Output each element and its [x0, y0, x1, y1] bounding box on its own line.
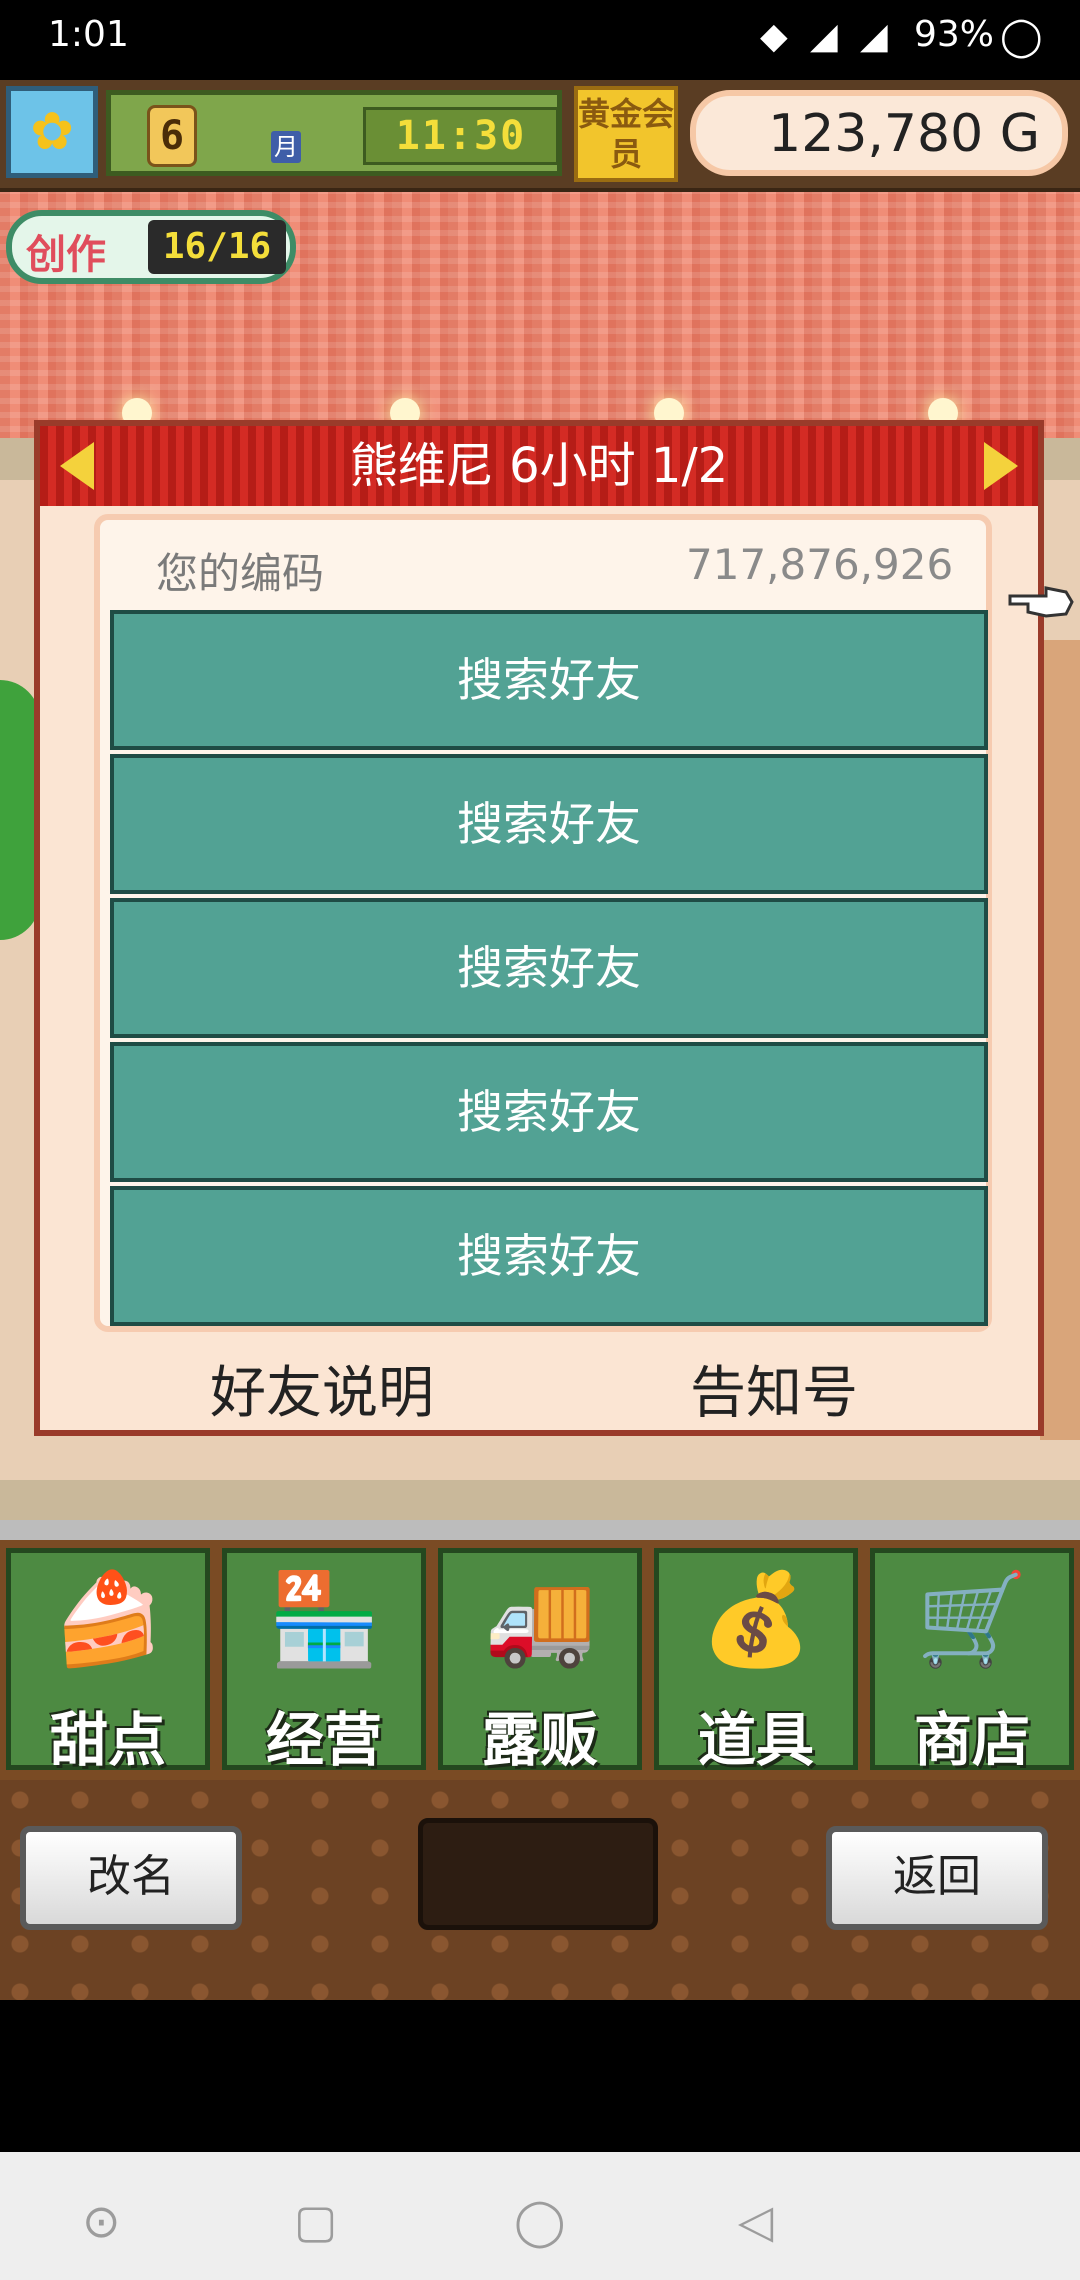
search-friend-button[interactable]: 搜索好友 — [110, 898, 988, 1038]
menu-label: 道具 — [697, 1706, 814, 1774]
footer-bar: 改名 返回 — [0, 1780, 1080, 2000]
your-code-label: 您的编码 — [156, 549, 325, 598]
shop-icon: 🏪 — [267, 1567, 381, 1672]
dialog-header: 熊维尼 6小时 1/2 — [40, 426, 1038, 506]
create-counter: 创作 16/16 — [6, 210, 296, 284]
search-friend-button[interactable]: 搜索好友 — [110, 754, 988, 894]
assist-icon[interactable]: ⊙ — [82, 2194, 121, 2248]
money-display: 123,780 G — [690, 90, 1068, 176]
create-label: 创作 — [26, 232, 106, 278]
android-nav-bar: ⊙ ▢ ◯ ◁ — [0, 2152, 1080, 2280]
shop-facade — [1040, 640, 1080, 1440]
home-icon[interactable]: ◯ — [514, 2194, 565, 2248]
dialog-title: 熊维尼 6小时 1/2 — [349, 438, 729, 494]
game-clock: 11:30 — [363, 107, 559, 165]
search-friend-button[interactable]: 搜索好友 — [110, 1186, 988, 1326]
back-icon[interactable]: ◁ — [738, 2194, 773, 2248]
pointing-hand-icon — [1008, 586, 1074, 618]
battery-percent: 93% — [914, 14, 995, 55]
menu-food-truck[interactable]: 🚚 露贩 — [438, 1548, 642, 1774]
menu-label: 经营 — [265, 1706, 382, 1774]
friend-explanation-link[interactable]: 好友说明 — [210, 1348, 434, 1429]
game-screen: ✿ 6 月 11:30 黄金会员 123,780 G 创作 16/16 熊维尼 … — [0, 80, 1080, 2000]
search-friend-button[interactable]: 搜索好友 — [110, 1042, 988, 1182]
back-button[interactable]: 返回 — [826, 1826, 1048, 1930]
signal-icon: ◢ — [810, 16, 838, 57]
menu-label: 商店 — [913, 1706, 1030, 1774]
date-panel: 6 月 11:30 — [106, 90, 562, 176]
month-number: 6 — [147, 105, 197, 167]
sack-icon: 💰 — [699, 1567, 813, 1672]
signal-icon-2: ◢ — [860, 16, 888, 57]
cake-icon: 🍰 — [51, 1567, 165, 1672]
gold-member-badge[interactable]: 黄金会员 — [574, 86, 678, 182]
menu-label: 甜点 — [49, 1706, 166, 1774]
month-label: 月 — [271, 131, 301, 163]
food-truck-icon: 🚚 — [483, 1567, 597, 1672]
footer-screen — [418, 1818, 658, 1930]
rename-button[interactable]: 改名 — [20, 1826, 242, 1930]
create-value: 16/16 — [148, 220, 286, 274]
menu-dessert[interactable]: 🍰 甜点 — [6, 1548, 210, 1774]
notify-code-link[interactable]: 告知号 — [690, 1348, 858, 1429]
status-bar: 1:01 ◆ ◢ ◢ 93% ◯ — [0, 0, 1080, 80]
battery-icon: ◯ — [1000, 14, 1043, 58]
status-time: 1:01 — [48, 14, 129, 55]
top-hud: ✿ 6 月 11:30 黄金会员 123,780 G — [0, 80, 1080, 192]
your-code-value: 717,876,926 — [686, 540, 954, 589]
menu-manage[interactable]: 🏪 经营 — [222, 1548, 426, 1774]
arrow-right-icon[interactable] — [984, 442, 1018, 490]
menu-store[interactable]: 🛒 商店 — [870, 1548, 1074, 1774]
main-menu: 🍰 甜点 🏪 经营 🚚 露贩 💰 道具 🛒 商店 — [0, 1540, 1080, 1780]
search-friend-button[interactable]: 搜索好友 — [110, 610, 988, 750]
cart-icon: 🛒 — [915, 1567, 1029, 1672]
friend-panel: 您的编码 717,876,926 搜索好友 搜索好友 搜索好友 搜索好友 搜索好… — [94, 514, 1074, 1332]
arrow-left-icon[interactable] — [60, 442, 94, 490]
menu-items[interactable]: 💰 道具 — [654, 1548, 858, 1774]
friend-dialog: 熊维尼 6小时 1/2 您的编码 717,876,926 搜索好友 搜索好友 搜… — [34, 420, 1074, 1436]
recents-icon[interactable]: ▢ — [294, 2194, 337, 2248]
sunflower-icon[interactable]: ✿ — [6, 86, 98, 178]
wifi-icon: ◆ — [760, 16, 788, 57]
menu-label: 露贩 — [481, 1706, 598, 1774]
